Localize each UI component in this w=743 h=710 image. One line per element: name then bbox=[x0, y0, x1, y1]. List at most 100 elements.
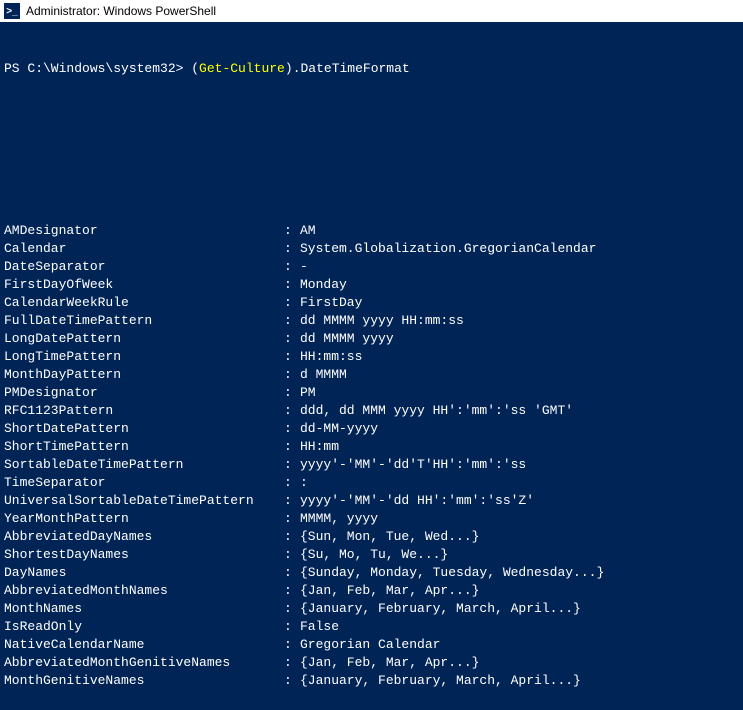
property-separator: : bbox=[284, 528, 300, 546]
blank-line bbox=[4, 114, 739, 132]
property-separator: : bbox=[284, 438, 300, 456]
property-name: IsReadOnly bbox=[4, 618, 284, 636]
prompt-suffix: .DateTimeFormat bbox=[293, 61, 410, 76]
property-name: Calendar bbox=[4, 240, 284, 258]
property-separator: : bbox=[284, 294, 300, 312]
output-row: PMDesignator: PM bbox=[4, 384, 739, 402]
property-separator: : bbox=[284, 222, 300, 240]
property-name: AbbreviatedMonthNames bbox=[4, 582, 284, 600]
output-row: TimeSeparator: : bbox=[4, 474, 739, 492]
property-value: dd MMMM yyyy HH:mm:ss bbox=[300, 312, 739, 330]
property-name: AbbreviatedMonthGenitiveNames bbox=[4, 654, 284, 672]
output-row: MonthDayPattern: d MMMM bbox=[4, 366, 739, 384]
property-separator: : bbox=[284, 510, 300, 528]
property-value: {January, February, March, April...} bbox=[300, 672, 739, 690]
property-name: YearMonthPattern bbox=[4, 510, 284, 528]
property-separator: : bbox=[284, 312, 300, 330]
property-value: - bbox=[300, 258, 739, 276]
property-value: HH:mm bbox=[300, 438, 739, 456]
output-row: MonthGenitiveNames: {January, February, … bbox=[4, 672, 739, 690]
output-row: SortableDateTimePattern: yyyy'-'MM'-'dd'… bbox=[4, 456, 739, 474]
property-value: Gregorian Calendar bbox=[300, 636, 739, 654]
property-name: UniversalSortableDateTimePattern bbox=[4, 492, 284, 510]
property-value: dd-MM-yyyy bbox=[300, 420, 739, 438]
property-name: AbbreviatedDayNames bbox=[4, 528, 284, 546]
output-row: ShortTimePattern: HH:mm bbox=[4, 438, 739, 456]
property-separator: : bbox=[284, 492, 300, 510]
output-block: AMDesignator: AMCalendar: System.Globali… bbox=[4, 222, 739, 690]
property-separator: : bbox=[284, 600, 300, 618]
property-separator: : bbox=[284, 546, 300, 564]
output-row: ShortestDayNames: {Su, Mo, Tu, We...} bbox=[4, 546, 739, 564]
output-row: FullDateTimePattern: dd MMMM yyyy HH:mm:… bbox=[4, 312, 739, 330]
property-value: yyyy'-'MM'-'dd HH':'mm':'ss'Z' bbox=[300, 492, 739, 510]
prompt-cmdlet: Get-Culture bbox=[199, 61, 285, 76]
powershell-icon: >_ bbox=[4, 3, 20, 19]
property-value: {Jan, Feb, Mar, Apr...} bbox=[300, 654, 739, 672]
property-value: {January, February, March, April...} bbox=[300, 600, 739, 618]
property-name: ShortestDayNames bbox=[4, 546, 284, 564]
property-name: DateSeparator bbox=[4, 258, 284, 276]
property-name: MonthNames bbox=[4, 600, 284, 618]
output-row: AMDesignator: AM bbox=[4, 222, 739, 240]
property-value: {Sunday, Monday, Tuesday, Wednesday...} bbox=[300, 564, 739, 582]
prompt-line: PS C:\Windows\system32> (Get-Culture).Da… bbox=[4, 60, 739, 78]
property-name: CalendarWeekRule bbox=[4, 294, 284, 312]
property-name: LongDatePattern bbox=[4, 330, 284, 348]
property-name: RFC1123Pattern bbox=[4, 402, 284, 420]
property-value: {Su, Mo, Tu, We...} bbox=[300, 546, 739, 564]
property-separator: : bbox=[284, 456, 300, 474]
property-value: {Jan, Feb, Mar, Apr...} bbox=[300, 582, 739, 600]
output-row: YearMonthPattern: MMMM, yyyy bbox=[4, 510, 739, 528]
output-row: DateSeparator: - bbox=[4, 258, 739, 276]
property-value: HH:mm:ss bbox=[300, 348, 739, 366]
property-separator: : bbox=[284, 672, 300, 690]
property-separator: : bbox=[284, 654, 300, 672]
property-value: PM bbox=[300, 384, 739, 402]
property-name: ShortTimePattern bbox=[4, 438, 284, 456]
property-value: MMMM, yyyy bbox=[300, 510, 739, 528]
output-row: NativeCalendarName: Gregorian Calendar bbox=[4, 636, 739, 654]
property-name: MonthGenitiveNames bbox=[4, 672, 284, 690]
property-value: AM bbox=[300, 222, 739, 240]
property-name: TimeSeparator bbox=[4, 474, 284, 492]
property-value: FirstDay bbox=[300, 294, 739, 312]
blank-line bbox=[4, 168, 739, 186]
output-row: LongTimePattern: HH:mm:ss bbox=[4, 348, 739, 366]
property-value: False bbox=[300, 618, 739, 636]
output-row: MonthNames: {January, February, March, A… bbox=[4, 600, 739, 618]
property-name: NativeCalendarName bbox=[4, 636, 284, 654]
property-separator: : bbox=[284, 420, 300, 438]
window-titlebar[interactable]: >_ Administrator: Windows PowerShell bbox=[0, 0, 743, 22]
property-name: PMDesignator bbox=[4, 384, 284, 402]
property-name: ShortDatePattern bbox=[4, 420, 284, 438]
property-separator: : bbox=[284, 348, 300, 366]
window-title: Administrator: Windows PowerShell bbox=[26, 4, 216, 18]
output-row: CalendarWeekRule: FirstDay bbox=[4, 294, 739, 312]
output-row: AbbreviatedDayNames: {Sun, Mon, Tue, Wed… bbox=[4, 528, 739, 546]
property-separator: : bbox=[284, 564, 300, 582]
property-name: MonthDayPattern bbox=[4, 366, 284, 384]
terminal-area[interactable]: PS C:\Windows\system32> (Get-Culture).Da… bbox=[0, 22, 743, 710]
property-value: ddd, dd MMM yyyy HH':'mm':'ss 'GMT' bbox=[300, 402, 739, 420]
property-name: FullDateTimePattern bbox=[4, 312, 284, 330]
output-row: IsReadOnly: False bbox=[4, 618, 739, 636]
property-name: DayNames bbox=[4, 564, 284, 582]
output-row: AbbreviatedMonthNames: {Jan, Feb, Mar, A… bbox=[4, 582, 739, 600]
output-row: UniversalSortableDateTimePattern: yyyy'-… bbox=[4, 492, 739, 510]
prompt-prefix: PS C:\Windows\system32> bbox=[4, 61, 191, 76]
output-row: AbbreviatedMonthGenitiveNames: {Jan, Feb… bbox=[4, 654, 739, 672]
property-separator: : bbox=[284, 618, 300, 636]
property-separator: : bbox=[284, 258, 300, 276]
property-separator: : bbox=[284, 240, 300, 258]
property-value: : bbox=[300, 474, 739, 492]
property-separator: : bbox=[284, 582, 300, 600]
property-name: LongTimePattern bbox=[4, 348, 284, 366]
property-name: AMDesignator bbox=[4, 222, 284, 240]
property-separator: : bbox=[284, 384, 300, 402]
property-value: System.Globalization.GregorianCalendar bbox=[300, 240, 739, 258]
property-value: dd MMMM yyyy bbox=[300, 330, 739, 348]
property-separator: : bbox=[284, 636, 300, 654]
property-separator: : bbox=[284, 366, 300, 384]
property-separator: : bbox=[284, 276, 300, 294]
